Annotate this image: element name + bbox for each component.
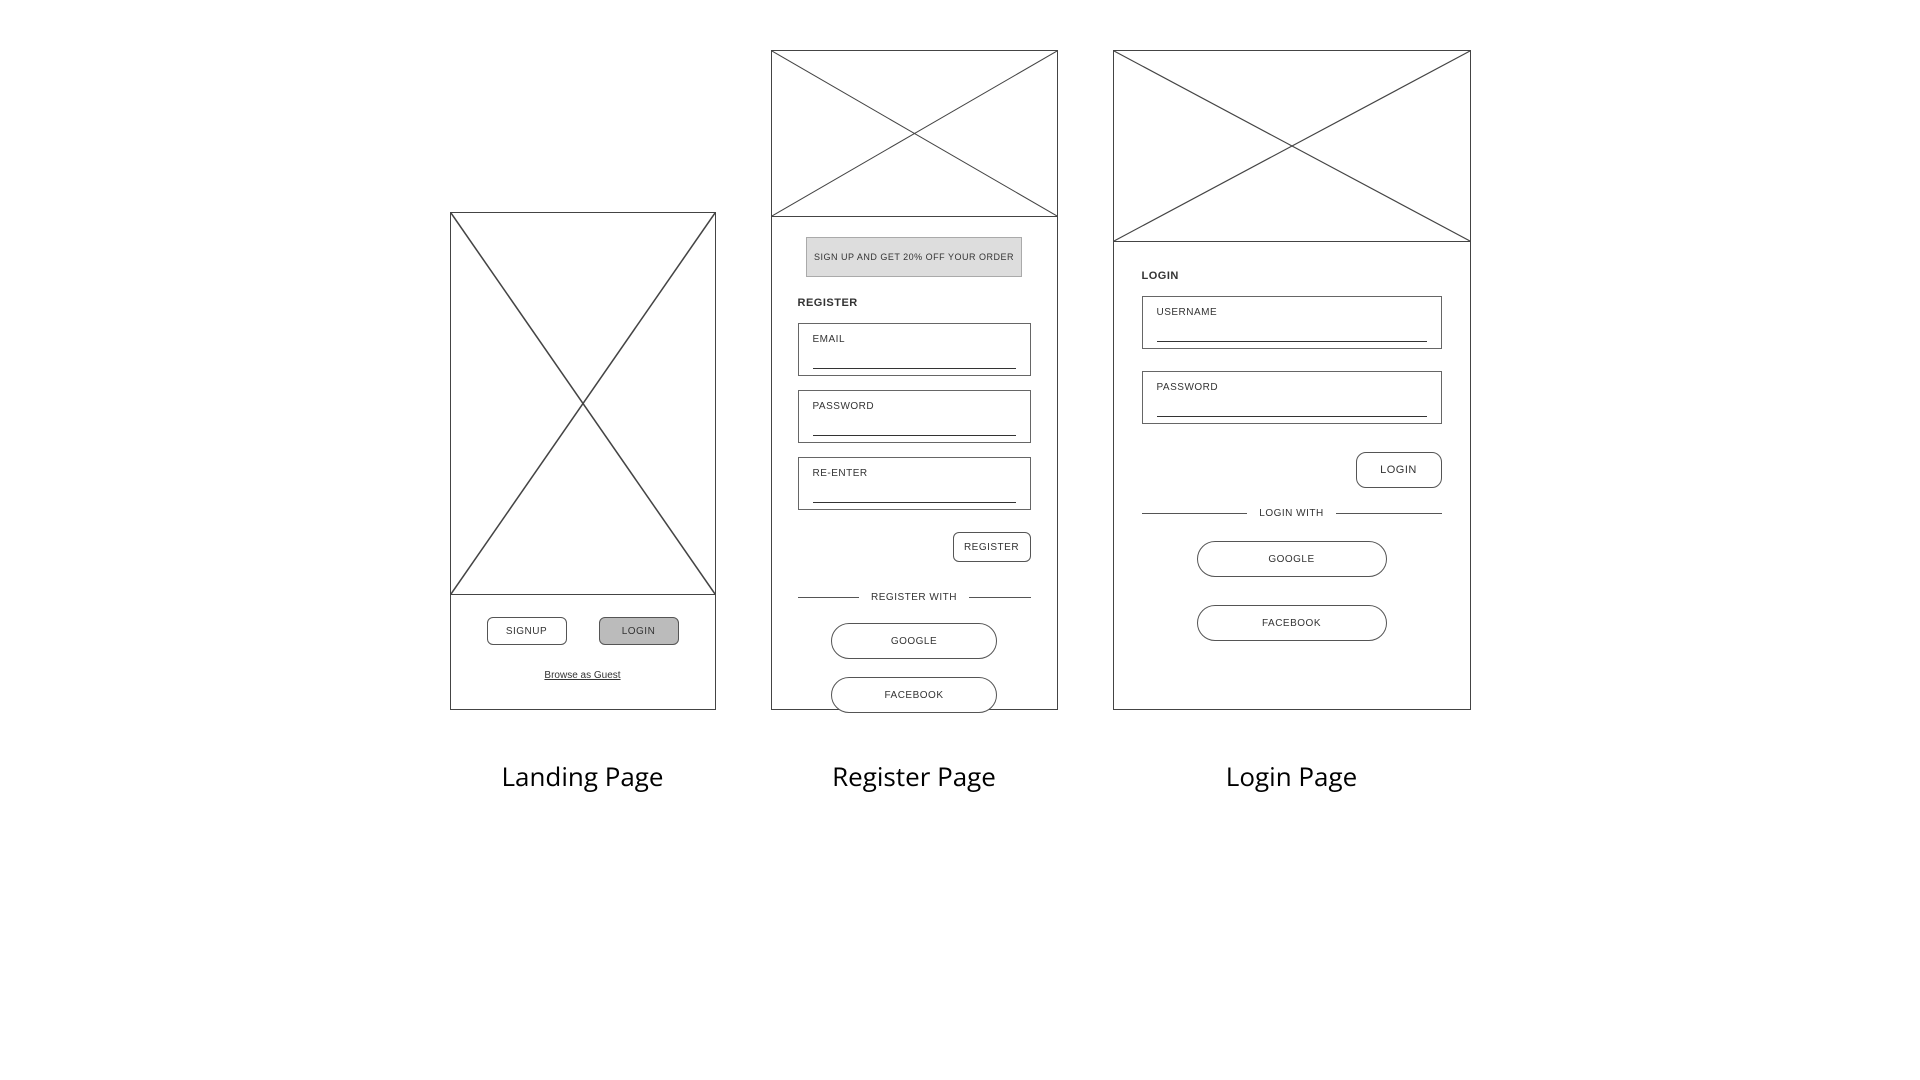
landing-panel: SIGNUP LOGIN Browse as Guest <box>450 212 716 710</box>
register-password-label: PASSWORD <box>813 401 1016 412</box>
register-reenter-input[interactable] <box>813 485 1016 503</box>
landing-hero-image-placeholder <box>450 212 716 595</box>
login-hero-image-placeholder <box>1113 50 1471 242</box>
register-email-input[interactable] <box>813 351 1016 369</box>
register-facebook-button[interactable]: FACEBOOK <box>831 677 997 713</box>
register-panel: SIGN UP AND GET 20% OFF YOUR ORDER REGIS… <box>771 50 1058 710</box>
register-with-divider: REGISTER WITH <box>798 592 1031 603</box>
login-with-divider: LOGIN WITH <box>1142 508 1442 519</box>
signup-button[interactable]: SIGNUP <box>487 617 567 645</box>
register-hero-image-placeholder <box>771 50 1058 217</box>
register-password-field[interactable]: PASSWORD <box>798 390 1031 443</box>
register-email-label: EMAIL <box>813 334 1016 345</box>
login-facebook-button[interactable]: FACEBOOK <box>1197 605 1387 641</box>
register-email-field[interactable]: EMAIL <box>798 323 1031 376</box>
register-title: REGISTER <box>798 297 1031 309</box>
login-password-label: PASSWORD <box>1157 382 1427 393</box>
landing-column: SIGNUP LOGIN Browse as Guest Landing Pag… <box>450 212 716 794</box>
login-submit-button[interactable]: LOGIN <box>1356 452 1442 488</box>
register-caption: Register Page <box>832 758 996 794</box>
register-reenter-field[interactable]: RE-ENTER <box>798 457 1031 510</box>
login-password-input[interactable] <box>1157 399 1427 417</box>
login-google-button[interactable]: GOOGLE <box>1197 541 1387 577</box>
register-with-label: REGISTER WITH <box>871 592 957 603</box>
login-username-label: USERNAME <box>1157 307 1427 318</box>
login-with-label: LOGIN WITH <box>1259 508 1323 519</box>
login-password-field[interactable]: PASSWORD <box>1142 371 1442 424</box>
login-button[interactable]: LOGIN <box>599 617 679 645</box>
register-google-button[interactable]: GOOGLE <box>831 623 997 659</box>
register-column: SIGN UP AND GET 20% OFF YOUR ORDER REGIS… <box>771 50 1058 794</box>
login-username-field[interactable]: USERNAME <box>1142 296 1442 349</box>
promo-banner: SIGN UP AND GET 20% OFF YOUR ORDER <box>806 237 1022 277</box>
register-password-input[interactable] <box>813 418 1016 436</box>
register-reenter-label: RE-ENTER <box>813 468 1016 479</box>
login-username-input[interactable] <box>1157 324 1427 342</box>
login-panel: LOGIN USERNAME PASSWORD LOGIN LOGIN WITH <box>1113 50 1471 710</box>
login-column: LOGIN USERNAME PASSWORD LOGIN LOGIN WITH <box>1113 50 1471 794</box>
login-title: LOGIN <box>1142 270 1442 282</box>
register-submit-button[interactable]: REGISTER <box>953 532 1031 562</box>
login-caption: Login Page <box>1226 758 1357 794</box>
landing-caption: Landing Page <box>501 758 663 794</box>
browse-as-guest-link[interactable]: Browse as Guest <box>544 670 620 681</box>
